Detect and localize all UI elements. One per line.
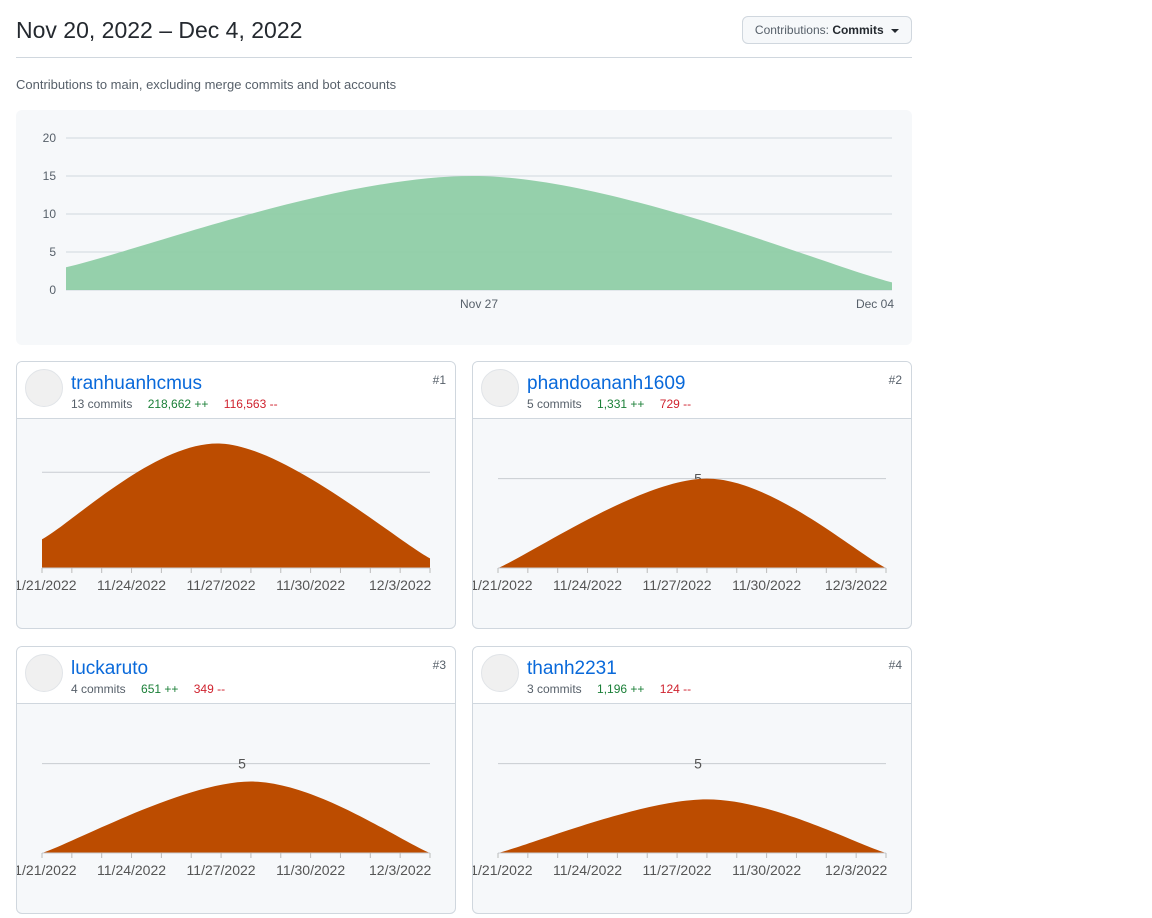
x-tick-label: 12/3/2022 [825, 862, 887, 878]
filter-value: Commits [832, 23, 884, 37]
x-tick-label: 11/24/2022 [97, 577, 166, 593]
x-tick-label: 11/27/2022 [187, 577, 256, 593]
avatar[interactable] [481, 654, 519, 692]
x-tick-label: 12/3/2022 [369, 577, 431, 593]
deletions-count: 349 -- [193, 682, 226, 696]
page-header: Nov 20, 2022 – Dec 4, 2022 Contributions… [16, 0, 912, 58]
x-tick-label: 11/27/2022 [643, 862, 712, 878]
contributor-chart-svg: 5 11/21/2022 11/24/2022 11/27/2022 11/30/202… [473, 756, 888, 878]
commit-count: 5 commits [527, 397, 582, 411]
x-tick-label: Dec 04 [856, 297, 894, 311]
deletions-count: 124 -- [659, 682, 692, 696]
x-tick-label: Nov 27 [460, 297, 498, 311]
commit-count: 3 commits [527, 682, 582, 696]
y-tick-label: 0 [49, 283, 56, 297]
y-tick-label: 5 [49, 245, 56, 259]
contributor-card-header: luckaruto 4 commits 651 ++ 349 -- #3 [17, 647, 455, 704]
y-grid-label: 5 [694, 756, 702, 772]
commits-area [498, 478, 886, 568]
x-tick-label: 11/21/2022 [17, 577, 77, 593]
commits-area [66, 175, 892, 290]
contributor-stats: 5 commits 1,331 ++ 729 -- [527, 397, 691, 411]
contributor-stats: 13 commits 218,662 ++ 116,563 -- [71, 397, 278, 411]
x-tick-label: 11/30/2022 [732, 577, 801, 593]
contributor-stats: 3 commits 1,196 ++ 124 -- [527, 682, 691, 696]
contributions-subtitle: Contributions to main, excluding merge c… [16, 77, 397, 92]
main-contributions-chart: 0 5 10 15 20 Nov 27 Dec 04 [16, 110, 912, 345]
contributor-chart-svg: 5 11/21/2022 11/24/2022 11/27/2022 11/30/202… [17, 756, 432, 878]
contributor-chart-svg: 511/21/202211/24/202211/27/202211/30/202… [473, 471, 888, 593]
commits-area [498, 799, 886, 853]
commits-area [42, 781, 430, 853]
additions-count: 1,196 ++ [597, 682, 645, 696]
additions-count: 218,662 ++ [147, 397, 209, 411]
commits-area [42, 443, 430, 568]
contributor-chart-svg: 11/21/2022 11/24/2022 11/27/2022 11/30/2022… [17, 443, 432, 593]
contributor-card: thanh2231 3 commits 1,196 ++ 124 -- #4 5… [472, 646, 912, 914]
contributor-card: tranhuanhcmus 13 commits 218,662 ++ 116,… [16, 361, 456, 629]
x-tick-label: 11/21/2022 [473, 577, 533, 593]
x-tick-label: 11/27/2022 [187, 862, 256, 878]
y-grid-label: 5 [238, 756, 246, 772]
x-tick-label: 12/3/2022 [825, 577, 887, 593]
x-tick-label: 11/24/2022 [553, 577, 622, 593]
avatar[interactable] [25, 654, 63, 692]
contributor-card-header: tranhuanhcmus 13 commits 218,662 ++ 116,… [17, 362, 455, 419]
contributor-card-header: thanh2231 3 commits 1,196 ++ 124 -- #4 [473, 647, 911, 704]
contributor-rank: #3 [432, 658, 446, 672]
x-tick-label: 11/30/2022 [276, 577, 345, 593]
x-tick-label: 11/24/2022 [97, 862, 166, 878]
commit-count: 4 commits [71, 682, 126, 696]
y-tick-label: 15 [43, 169, 57, 183]
date-range-title: Nov 20, 2022 – Dec 4, 2022 [16, 17, 303, 43]
x-tick-label: 11/21/2022 [473, 862, 533, 878]
additions-count: 1,331 ++ [597, 397, 645, 411]
contributor-username-link[interactable]: thanh2231 [527, 658, 617, 680]
x-tick-label: 11/24/2022 [553, 862, 622, 878]
contributor-rank: #4 [888, 658, 902, 672]
y-tick-label: 10 [43, 207, 57, 221]
contributor-card: phandoananh1609 5 commits 1,331 ++ 729 -… [472, 361, 912, 629]
caret-down-icon [891, 28, 899, 33]
y-tick-label: 20 [43, 131, 57, 145]
contributor-rank: #2 [888, 373, 902, 387]
x-tick-label: 11/30/2022 [276, 862, 345, 878]
deletions-count: 729 -- [659, 397, 692, 411]
additions-count: 651 ++ [141, 682, 179, 696]
contributor-username-link[interactable]: luckaruto [71, 658, 148, 680]
x-tick-label: 11/21/2022 [17, 862, 77, 878]
avatar[interactable] [25, 369, 63, 407]
commit-count: 13 commits [71, 397, 133, 411]
contributor-card-header: phandoananh1609 5 commits 1,331 ++ 729 -… [473, 362, 911, 419]
contributions-filter-button[interactable]: Contributions: Commits [741, 16, 912, 44]
contributor-rank: #1 [432, 373, 446, 387]
avatar[interactable] [481, 369, 519, 407]
x-tick-label: 11/30/2022 [732, 862, 801, 878]
contributor-stats: 4 commits 651 ++ 349 -- [71, 682, 225, 696]
contributor-username-link[interactable]: phandoananh1609 [527, 373, 686, 395]
contributor-username-link[interactable]: tranhuanhcmus [71, 373, 202, 395]
x-tick-label: 11/27/2022 [643, 577, 712, 593]
x-tick-label: 12/3/2022 [369, 862, 431, 878]
main-chart-svg: 0 5 10 15 20 Nov 27 Dec 04 [43, 131, 895, 311]
deletions-count: 116,563 -- [223, 397, 278, 411]
contributor-card: luckaruto 4 commits 651 ++ 349 -- #3 5 11… [16, 646, 456, 914]
filter-prefix: Contributions: [754, 23, 829, 37]
